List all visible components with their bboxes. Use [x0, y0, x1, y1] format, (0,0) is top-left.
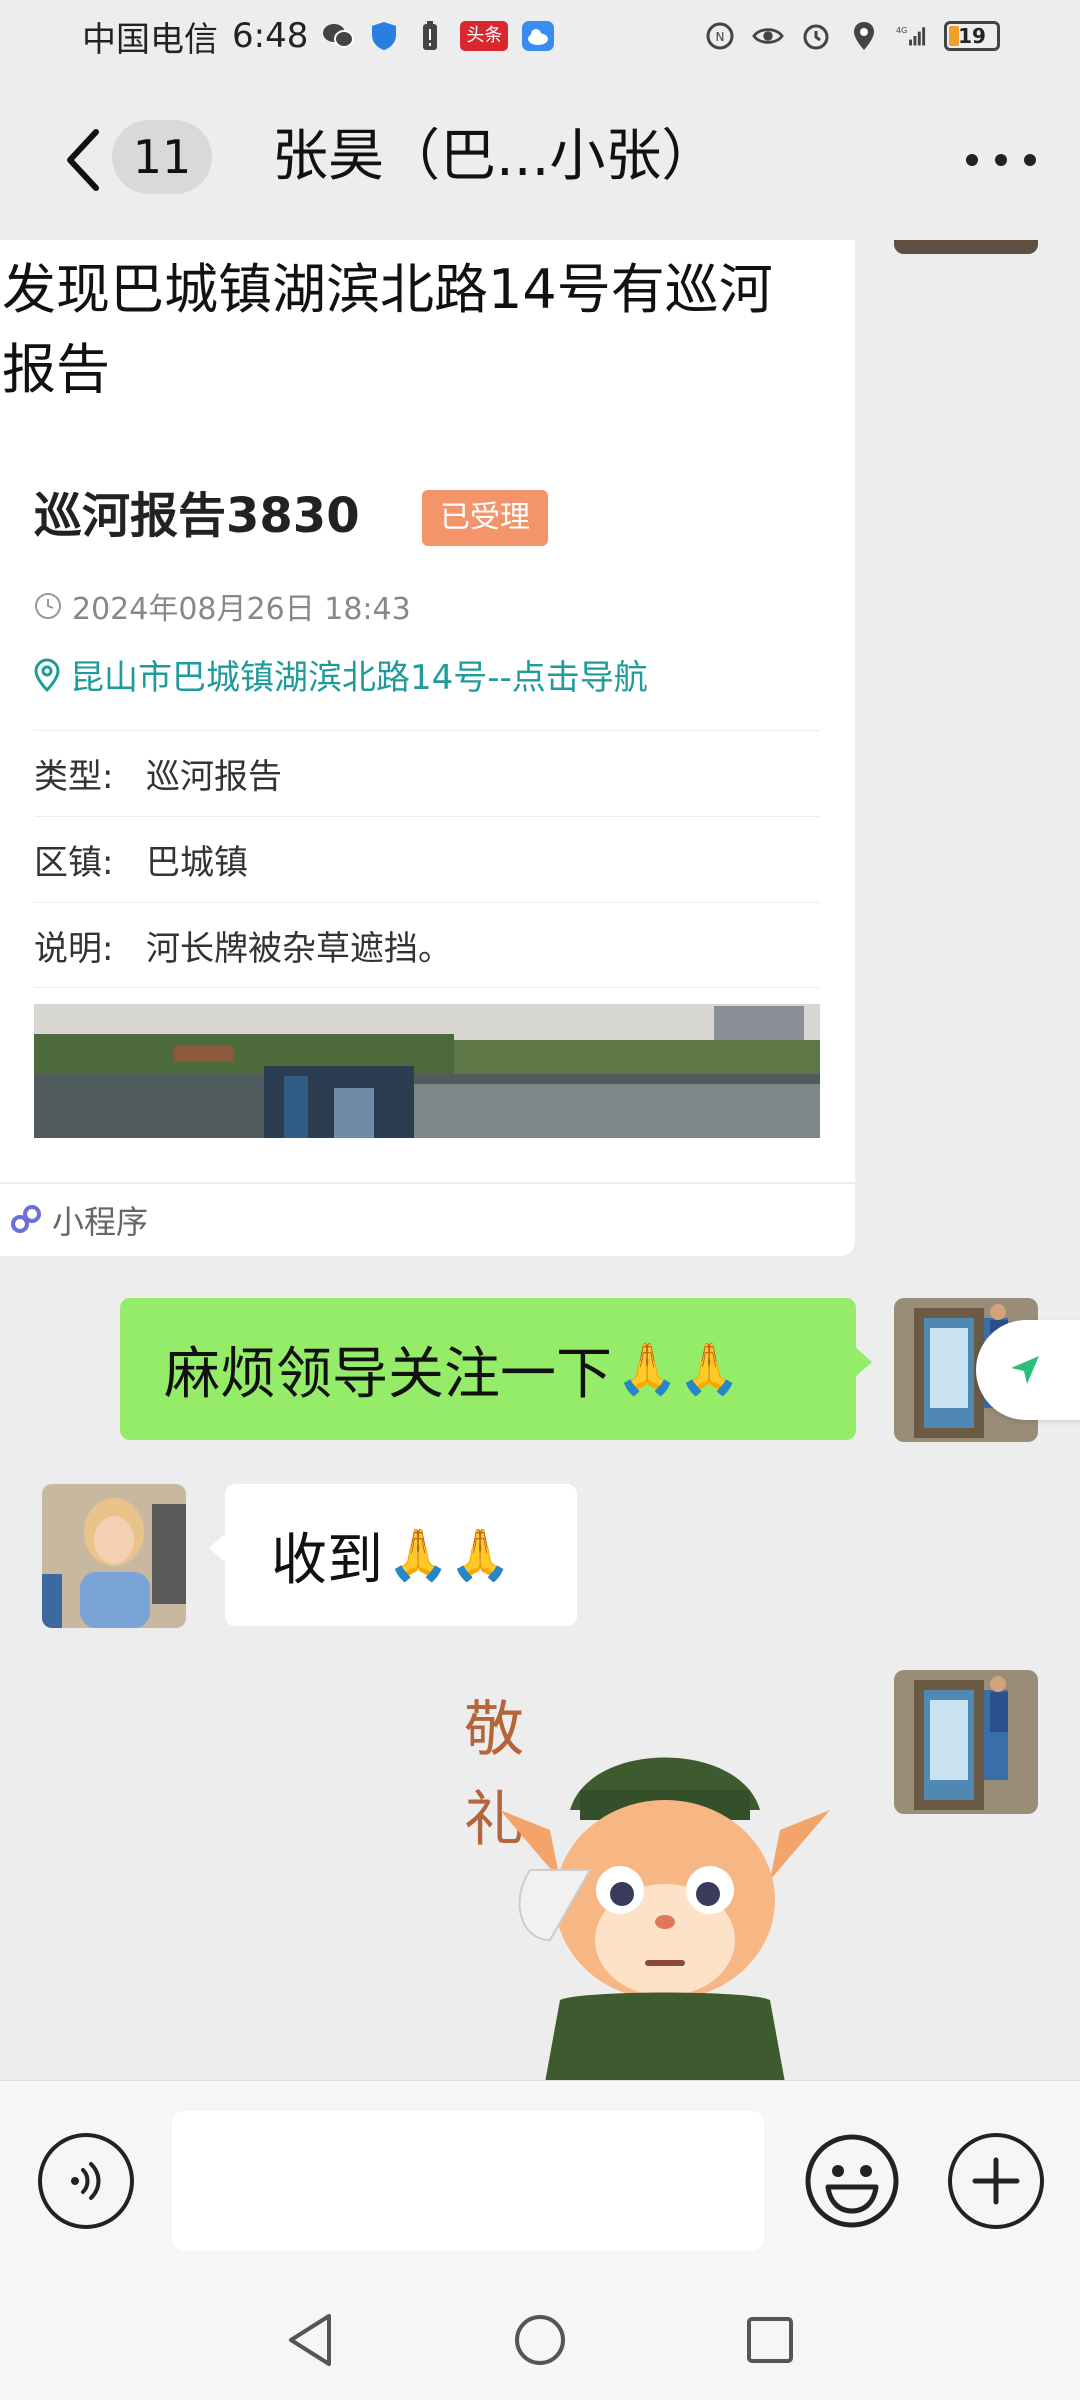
message-input[interactable]	[172, 2111, 764, 2251]
wechat-notification-icon	[322, 20, 355, 52]
voice-wave-icon	[71, 2162, 101, 2200]
input-bar	[0, 2080, 1080, 2280]
status-badge: 已受理	[422, 490, 548, 546]
battery-indicator: 19	[944, 21, 1000, 51]
pray-emoji: 🙏🙏	[387, 1525, 512, 1584]
triangle-back-icon	[289, 2314, 331, 2366]
report-datetime: 2024年08月26日 18:43	[72, 592, 411, 627]
signal-icon: 4G	[896, 20, 928, 52]
dot-icon	[1024, 154, 1036, 166]
more-functions-button[interactable]	[948, 2133, 1044, 2229]
clock-icon	[35, 593, 61, 619]
emoji-button[interactable]	[804, 2133, 900, 2229]
outgoing-message[interactable]: 麻烦领导关注一下 🙏🙏	[120, 1298, 872, 1440]
field-label: 类型:	[34, 757, 114, 797]
news-app-badge: 头条	[460, 21, 509, 51]
cloud-icon	[522, 20, 555, 52]
battery-level: 19	[958, 24, 986, 48]
incoming-message[interactable]: 收到 🙏🙏	[209, 1484, 577, 1626]
field-type: 类型: 巡河报告	[34, 730, 820, 816]
more-options-button[interactable]	[966, 130, 1036, 190]
alarm-icon	[800, 20, 832, 52]
eye-icon	[752, 20, 784, 52]
mini-program-card[interactable]: 发现巴城镇湖滨北路14号有巡河报告 巡河报告3830 已受理 2024年08月2…	[0, 240, 855, 1256]
field-district: 区镇: 巴城镇	[34, 816, 820, 902]
field-label: 说明:	[34, 928, 114, 969]
carrier-label: 中国电信	[82, 19, 218, 60]
salute-sticker[interactable]: 敬 礼	[440, 1670, 860, 2080]
svg-text:N: N	[716, 30, 725, 44]
smiley-icon	[805, 2134, 899, 2228]
card-headline: 发现巴城镇湖滨北路14号有巡河报告	[2, 258, 773, 401]
back-button[interactable]	[52, 124, 112, 196]
field-label: 区镇:	[34, 843, 114, 883]
chat-title: 张昊（巴...小张）	[272, 124, 718, 189]
status-bar: 中国电信 6:48 头条 N 4G 19	[0, 0, 1080, 72]
mini-program-icon	[11, 1205, 41, 1233]
nav-home-button[interactable]	[510, 2310, 570, 2370]
report-title: 巡河报告3830	[34, 488, 360, 544]
navigation-link[interactable]: 昆山市巴城镇湖滨北路14号--点击导航	[34, 650, 648, 699]
nav-recents-button[interactable]	[740, 2310, 800, 2370]
map-pin-icon	[34, 657, 60, 692]
field-description: 说明: 河长牌被杂草遮挡。	[34, 902, 820, 988]
circle-home-icon	[515, 2315, 565, 2365]
report-time-row: 2024年08月26日 18:43	[34, 584, 411, 628]
clock: 6:48	[232, 16, 309, 56]
battery-alert-icon	[414, 20, 446, 52]
field-value: 巡河报告	[146, 757, 282, 797]
my-avatar[interactable]	[894, 240, 1038, 254]
floating-navigation-button[interactable]	[976, 1320, 1080, 1420]
field-value: 巴城镇	[146, 843, 248, 883]
data-saver-icon: N	[704, 20, 736, 52]
status-left: 中国电信 6:48 头条	[82, 12, 555, 61]
svg-text:4G: 4G	[896, 26, 907, 35]
contact-avatar[interactable]	[42, 1484, 186, 1628]
mini-program-footer: 小程序	[0, 1182, 855, 1256]
nav-back-button[interactable]	[280, 2310, 340, 2370]
system-navigation-bar	[0, 2280, 1080, 2400]
chat-header: 11 张昊（巴...小张）	[0, 100, 1080, 220]
my-avatar[interactable]	[894, 1670, 1038, 1814]
voice-input-button[interactable]	[38, 2133, 134, 2229]
pray-emoji: 🙏🙏	[616, 1339, 741, 1398]
navigation-arrow-icon	[1011, 1356, 1039, 1384]
square-recents-icon	[747, 2317, 793, 2363]
message-text: 麻烦领导关注一下	[164, 1341, 612, 1407]
report-photo[interactable]	[34, 1004, 820, 1138]
unread-count-badge[interactable]: 11	[112, 120, 212, 194]
location-text: 昆山市巴城镇湖滨北路14号--点击导航	[70, 658, 648, 698]
mini-program-label: 小程序	[52, 1203, 149, 1241]
chevron-left-icon	[67, 129, 99, 191]
location-icon	[848, 20, 880, 52]
dot-icon	[995, 154, 1007, 166]
shield-icon	[368, 20, 400, 52]
dot-icon	[966, 154, 978, 166]
plus-icon	[972, 2157, 1020, 2205]
message-text: 收到	[271, 1527, 383, 1593]
status-right: N 4G 19	[704, 20, 1000, 52]
sticker-text-1: 敬	[464, 1695, 524, 1765]
chat-messages[interactable]: 发现巴城镇湖滨北路14号有巡河报告 巡河报告3830 已受理 2024年08月2…	[0, 240, 1080, 2080]
field-value: 河长牌被杂草遮挡。	[146, 928, 452, 969]
